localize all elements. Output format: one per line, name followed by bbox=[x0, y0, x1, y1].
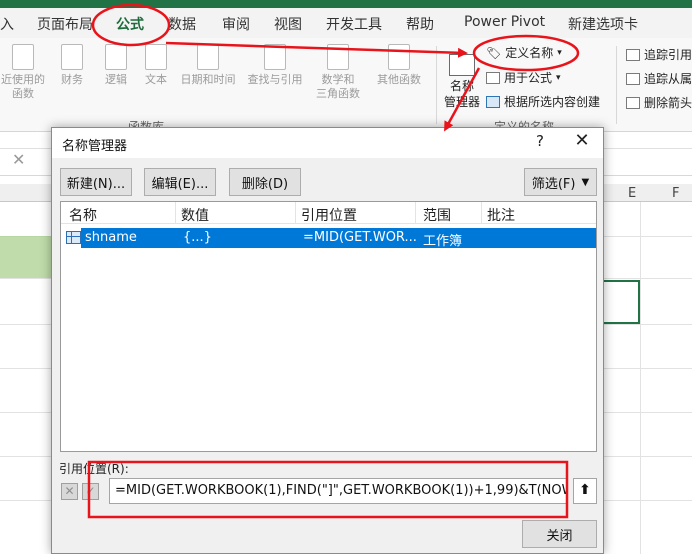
help-icon[interactable]: ? bbox=[530, 132, 550, 150]
trace-precedents-icon bbox=[626, 48, 640, 61]
tag-icon: 🏷 bbox=[486, 45, 502, 60]
tab-power-pivot[interactable]: Power Pivot bbox=[464, 14, 545, 30]
create-from-selection-button[interactable]: 根据所选内容创建 bbox=[486, 93, 600, 110]
column-header-refers-to[interactable]: 引用位置 bbox=[301, 205, 357, 225]
remove-arrows-button[interactable]: 删除箭头 bbox=[626, 94, 692, 111]
new-button[interactable]: 新建(N)... bbox=[60, 168, 132, 196]
text-a-icon bbox=[145, 44, 167, 70]
refers-to-input[interactable]: =MID(GET.WORKBOOK(1),FIND("]",GET.WORKBO… bbox=[109, 478, 567, 504]
more-functions-icon bbox=[388, 44, 410, 70]
delete-button[interactable]: 删除(D) bbox=[229, 168, 301, 196]
edit-button[interactable]: 编辑(E)... bbox=[144, 168, 216, 196]
close-button[interactable]: 关闭 bbox=[522, 520, 597, 548]
collapse-dialog-icon[interactable]: ⬆ bbox=[573, 478, 597, 504]
date-time-button[interactable]: 日期和时间 bbox=[176, 44, 240, 87]
logical-button[interactable]: 逻辑 bbox=[98, 44, 134, 87]
list-header: 名称 数值 引用位置 范围 批注 bbox=[61, 202, 596, 224]
name-manager-dialog: 名称管理器 ? ✕ 新建(N)... 编辑(E)... 删除(D) 筛选(F) ▼… bbox=[51, 127, 604, 554]
selected-cell[interactable] bbox=[604, 280, 640, 324]
column-header-comment[interactable]: 批注 bbox=[487, 205, 515, 225]
theta-icon bbox=[327, 44, 349, 70]
column-header-name[interactable]: 名称 bbox=[69, 205, 97, 225]
financial-button[interactable]: 财务 bbox=[54, 44, 90, 87]
row-name: shname bbox=[85, 230, 137, 245]
row-value: {...} bbox=[183, 230, 212, 245]
tab-insert[interactable]: 入 bbox=[0, 14, 14, 34]
list-item[interactable]: shname {...} =MID(GET.WOR... 工作簿 bbox=[61, 228, 596, 249]
trace-precedents-button[interactable]: 追踪引用 bbox=[626, 46, 692, 63]
dialog-title: 名称管理器 bbox=[62, 139, 128, 154]
names-list[interactable]: 名称 数值 引用位置 范围 批注 shname {...} =MID(GET.W… bbox=[60, 201, 597, 452]
column-header-value[interactable]: 数值 bbox=[181, 205, 209, 225]
cancel-edit-icon[interactable]: ✕ bbox=[61, 483, 78, 500]
confirm-edit-icon[interactable]: ✓ bbox=[82, 483, 99, 500]
column-header-scope[interactable]: 范围 bbox=[423, 205, 451, 225]
dialog-titlebar: 名称管理器 ? ✕ bbox=[52, 128, 603, 158]
column-header-e[interactable]: E bbox=[628, 186, 636, 201]
recent-functions-button[interactable]: 近使用的 函数 bbox=[0, 44, 46, 101]
chevron-down-icon: ▾ bbox=[556, 72, 561, 83]
column-header-f[interactable]: F bbox=[672, 186, 679, 201]
tab-new-tab[interactable]: 新建选项卡 bbox=[568, 14, 638, 34]
tab-help[interactable]: 帮助 bbox=[406, 14, 434, 34]
star-icon bbox=[12, 44, 34, 70]
trace-dependents-icon bbox=[626, 72, 640, 85]
tab-view[interactable]: 视图 bbox=[274, 14, 302, 34]
name-manager-button[interactable]: 名称 管理器 bbox=[444, 54, 480, 110]
more-functions-button[interactable]: 其他函数 bbox=[370, 44, 428, 87]
row-refers-to: =MID(GET.WOR... bbox=[303, 230, 417, 245]
magnifier-icon bbox=[264, 44, 286, 70]
clock-icon bbox=[197, 44, 219, 70]
group-separator bbox=[436, 46, 437, 124]
group-separator bbox=[616, 46, 617, 124]
highlighted-cell[interactable] bbox=[0, 236, 54, 278]
refers-to-label: 引用位置(R): bbox=[59, 462, 129, 476]
formula-icon bbox=[486, 71, 500, 84]
cancel-icon[interactable]: ✕ bbox=[12, 150, 25, 169]
lookup-reference-button[interactable]: 查找与引用 bbox=[244, 44, 306, 87]
tab-developer[interactable]: 开发工具 bbox=[326, 14, 382, 34]
text-button[interactable]: 文本 bbox=[140, 44, 172, 87]
chevron-down-icon: ▾ bbox=[557, 47, 562, 58]
name-manager-icon bbox=[449, 54, 475, 76]
tab-page-layout[interactable]: 页面布局 bbox=[37, 14, 93, 34]
math-trig-button[interactable]: 数学和 三角函数 bbox=[306, 44, 370, 101]
row-scope: 工作簿 bbox=[423, 234, 463, 249]
tab-formulas[interactable]: 公式 bbox=[116, 14, 144, 34]
question-book-icon bbox=[105, 44, 127, 70]
database-icon bbox=[61, 44, 83, 70]
tab-review[interactable]: 审阅 bbox=[222, 14, 250, 34]
title-bar bbox=[0, 0, 692, 8]
filter-button[interactable]: 筛选(F) ▼ bbox=[524, 168, 597, 196]
dropdown-arrow-icon: ▼ bbox=[581, 176, 590, 188]
define-name-button[interactable]: 🏷 定义名称 ▾ bbox=[486, 44, 562, 61]
remove-arrows-icon bbox=[626, 96, 640, 109]
tab-data[interactable]: 数据 bbox=[168, 14, 196, 34]
use-in-formula-button[interactable]: 用于公式 ▾ bbox=[486, 69, 561, 86]
grid-icon bbox=[486, 95, 500, 108]
ribbon-tab-bar: 入 页面布局 公式 数据 审阅 视图 开发工具 帮助 Power Pivot 新… bbox=[0, 8, 692, 42]
ribbon-body: 近使用的 函数 财务 逻辑 文本 日期和时间 查找与引用 数学和 三角函数 其他… bbox=[0, 38, 692, 134]
close-icon[interactable]: ✕ bbox=[570, 130, 594, 151]
name-table-icon bbox=[66, 231, 81, 244]
trace-dependents-button[interactable]: 追踪从属 bbox=[626, 70, 692, 87]
